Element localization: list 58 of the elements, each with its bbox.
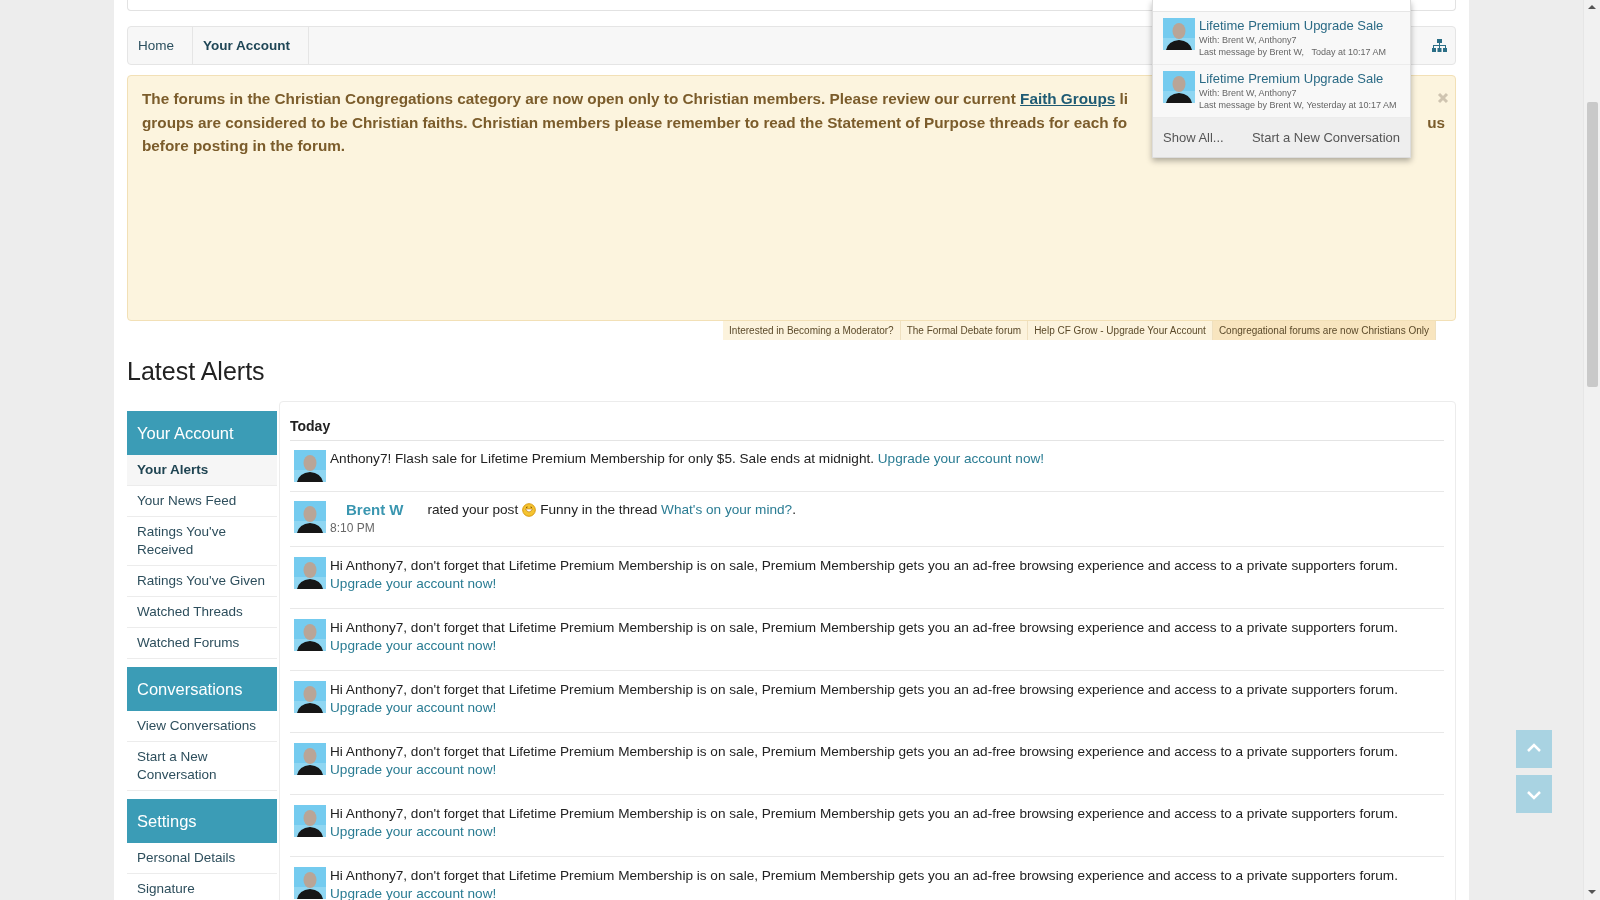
notice-tab[interactable]: The Formal Debate forum <box>900 321 1029 340</box>
sidebar-item[interactable]: Watched Forums <box>127 628 277 659</box>
breadcrumb-link[interactable]: Your Account <box>193 27 309 64</box>
notice-text: The forums in the Christian Congregations category are now open only to Christian members. Please review our current Faith Groups li <box>142 89 1128 109</box>
notice-tab[interactable]: Help CF Grow - Upgrade Your Account <box>1028 321 1213 340</box>
sidebar-item[interactable]: Signature <box>127 874 277 900</box>
sidebar-item[interactable]: Watched Threads <box>127 597 277 628</box>
page-heading: Latest Alerts <box>127 357 266 386</box>
thread-link[interactable]: What's on your mind? <box>661 502 793 517</box>
sidebar-item[interactable]: View Conversations <box>127 711 277 742</box>
alert-text: Hi Anthony7, don't forget that Lifetime Premium Membership is on sale, Premium Membership gets you an ad-free browsing experience and access to a private supporters forum. <box>330 681 1398 699</box>
notice-text: us <box>1427 112 1445 133</box>
conversation-link[interactable]: Lifetime Premium Upgrade Sale <box>1199 71 1397 87</box>
sidebar-header: Your Account <box>127 411 277 455</box>
alert-text: rated your post <box>427 501 519 519</box>
breadcrumb-link[interactable]: Home <box>128 27 193 64</box>
alert-text: Hi Anthony7, don't forget that Lifetime Premium Membership is on sale, Premium Membership gets you an ad-free browsing experience and access to a private supporters forum. <box>330 557 1398 575</box>
alert-text: Anthony7! Flash sale for Lifetime Premium Membership for only $5. Sale ends at midnight. Upgrade your account now! <box>330 451 1045 466</box>
scroll-down-button[interactable] <box>1516 775 1552 813</box>
faith-groups-link[interactable]: Faith Groups <box>1020 90 1116 107</box>
conversation-link[interactable]: Lifetime Premium Upgrade Sale <box>1199 18 1386 34</box>
alert-text: Hi Anthony7, don't forget that Lifetime Premium Membership is on sale, Premium Membership gets you an ad-free browsing experience and access to a private supporters forum. <box>330 619 1398 637</box>
alert-text: Funny in the thread What's on your mind?. <box>540 501 796 519</box>
alert-text: Hi Anthony7, don't forget that Lifetime Premium Membership is on sale, Premium Membership gets you an ad-free browsing experience and access to a private supporters forum. <box>330 867 1398 885</box>
upgrade-link[interactable]: Upgrade your account now! <box>877 451 1045 466</box>
notice-text: groups are considered to be Christian faiths. Christian members please remember to read the Statement of Purpose threads for each fo <box>142 112 1128 133</box>
notice-text: before posting in the forum. <box>142 136 346 156</box>
conversation-participants: With: Brent W, Anthony7 <box>1199 87 1298 99</box>
upgrade-link[interactable]: Upgrade your account now! <box>330 886 497 900</box>
scroll-up-button[interactable] <box>1516 730 1552 768</box>
last-message-text: Last message by Brent W, Yesterday at 10:17 AM <box>1199 99 1397 111</box>
conversation-participants: With: Brent W, Anthony7 <box>1199 34 1298 46</box>
sidebar-item[interactable]: Ratings You've Received <box>127 517 277 566</box>
upgrade-link[interactable]: Upgrade your account now! <box>330 762 497 777</box>
alert-text: Hi Anthony7, don't forget that Lifetime Premium Membership is on sale, Premium Membership gets you an ad-free browsing experience and access to a private supporters forum. <box>330 743 1398 761</box>
show-all-link[interactable]: Show All... <box>1163 130 1224 145</box>
day-heading: Today <box>290 418 1444 441</box>
close-icon <box>1437 92 1449 104</box>
sidebar-item[interactable]: Your News Feed <box>127 486 277 517</box>
sidebar-item[interactable]: Start a New Conversation <box>127 742 277 791</box>
upgrade-link[interactable]: Upgrade your account now! <box>330 824 497 839</box>
sidebar-item[interactable]: Ratings You've Given <box>127 566 277 597</box>
sidebar-header: Conversations <box>127 667 277 711</box>
scrollbar[interactable] <box>1583 0 1600 900</box>
alert-text: Hi Anthony7, don't forget that Lifetime Premium Membership is on sale, Premium Membership gets you an ad-free browsing experience and access to a private supporters forum. <box>330 805 1398 823</box>
sidebar-item[interactable]: Personal Details <box>127 843 277 874</box>
notice-tab[interactable]: Congregational forums are now Christians Only <box>1212 321 1436 340</box>
new-conversation-link[interactable]: Start a New Conversation <box>1251 130 1400 145</box>
last-message-text: Last message by Brent W, Today at 10:17 AM <box>1199 46 1386 58</box>
sitemap-icon <box>1432 39 1447 52</box>
sidebar-header: Settings <box>127 799 277 843</box>
upgrade-link[interactable]: Upgrade your account now! <box>330 638 497 653</box>
sidebar-item[interactable]: Your Alerts <box>127 455 277 486</box>
notice-tab[interactable]: Interested in Becoming a Moderator? <box>723 321 901 340</box>
smiley-icon <box>522 503 537 517</box>
alert-time: 8:10 PM <box>330 520 376 537</box>
upgrade-link[interactable]: Upgrade your account now! <box>330 700 497 715</box>
upgrade-link[interactable]: Upgrade your account now! <box>330 576 497 591</box>
